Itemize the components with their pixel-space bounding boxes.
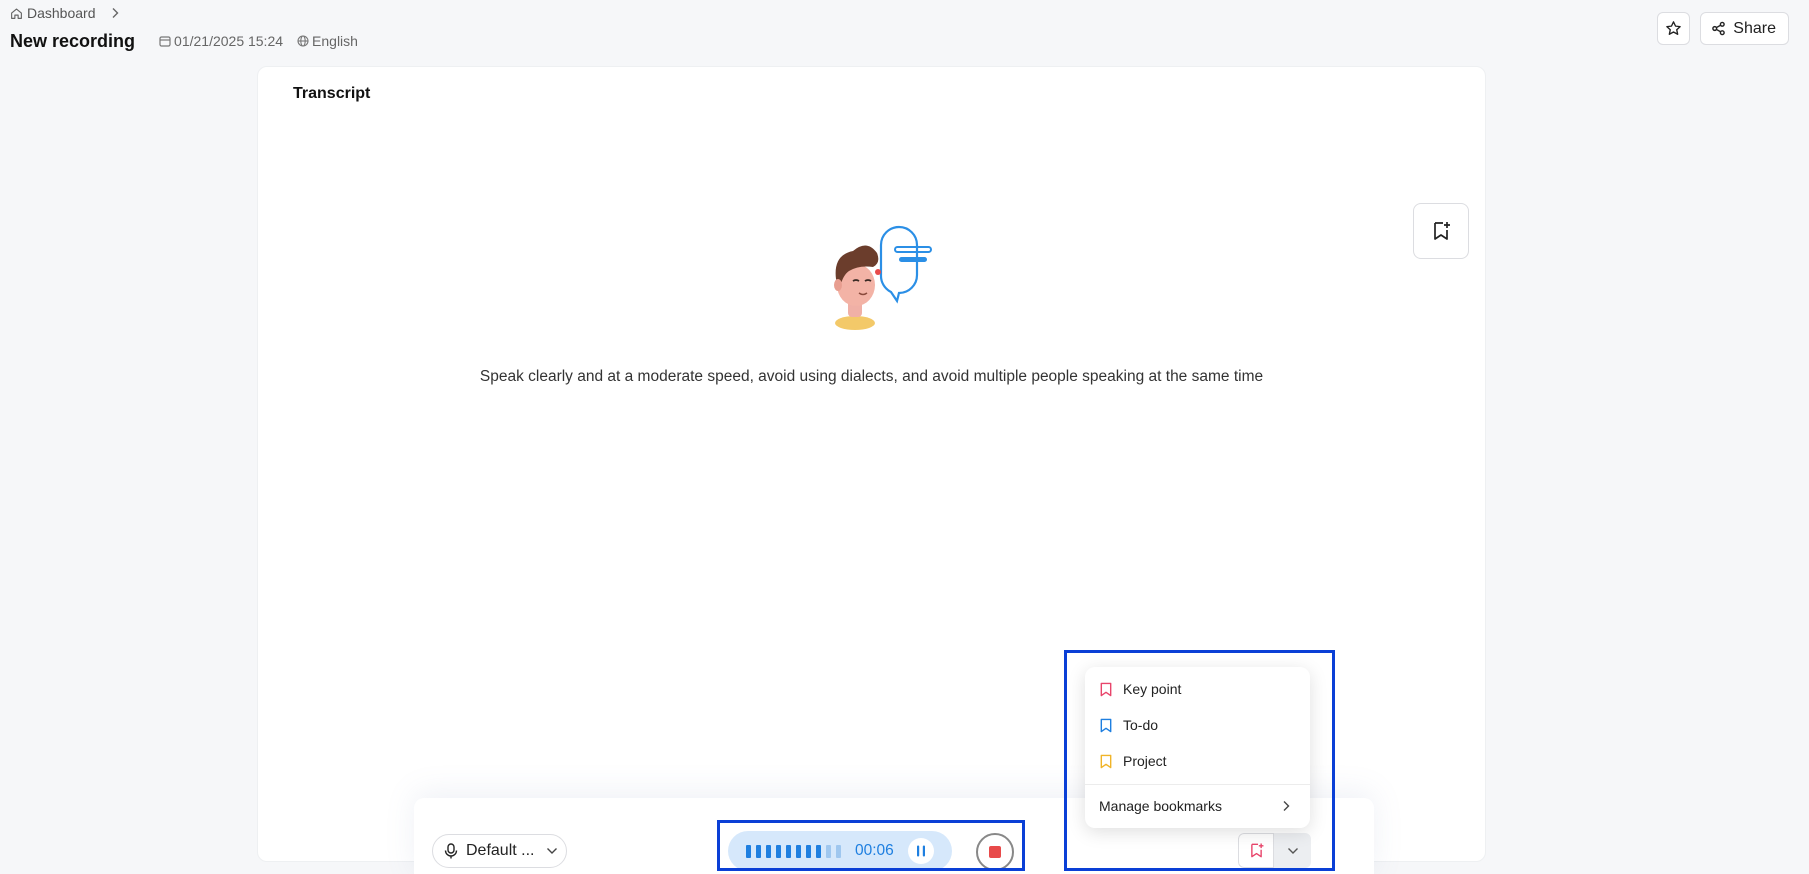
calendar-icon bbox=[159, 36, 171, 47]
recording-language-text: English bbox=[312, 33, 358, 49]
breadcrumb: Dashboard bbox=[10, 4, 120, 22]
share-button-label: Share bbox=[1733, 19, 1776, 37]
speaker-illustration bbox=[834, 225, 932, 330]
star-icon bbox=[1666, 21, 1682, 35]
share-button[interactable]: Share bbox=[1700, 12, 1789, 45]
microphone-icon bbox=[444, 843, 458, 859]
home-icon bbox=[10, 7, 23, 20]
favorite-button[interactable] bbox=[1657, 12, 1691, 45]
globe-icon bbox=[297, 35, 309, 47]
speaking-hint: Speak clearly and at a moderate speed, a… bbox=[479, 368, 1264, 385]
recording-date-text: 01/21/2025 15:24 bbox=[174, 33, 284, 49]
header: New recording 01/21/2025 15:24 English bbox=[10, 28, 358, 54]
recording-date: 01/21/2025 15:24 bbox=[159, 33, 283, 49]
share-icon bbox=[1712, 21, 1726, 36]
highlight-box-recording bbox=[717, 820, 1025, 871]
microphone-select-label: Default ... bbox=[466, 842, 535, 859]
highlight-box-bookmarks bbox=[1064, 650, 1335, 871]
microphone-select[interactable]: Default ... bbox=[432, 834, 567, 868]
page-title: New recording bbox=[10, 30, 136, 51]
chevron-down-icon bbox=[547, 848, 558, 854]
add-bookmark-button[interactable] bbox=[1413, 203, 1469, 259]
bookmark-add-icon bbox=[1434, 222, 1450, 240]
top-actions: Share bbox=[1657, 12, 1789, 45]
breadcrumb-dashboard-link[interactable]: Dashboard bbox=[27, 5, 96, 21]
transcript-title: Transcript bbox=[293, 85, 371, 102]
recording-language[interactable]: English bbox=[297, 33, 358, 49]
chevron-right-icon bbox=[110, 7, 120, 19]
